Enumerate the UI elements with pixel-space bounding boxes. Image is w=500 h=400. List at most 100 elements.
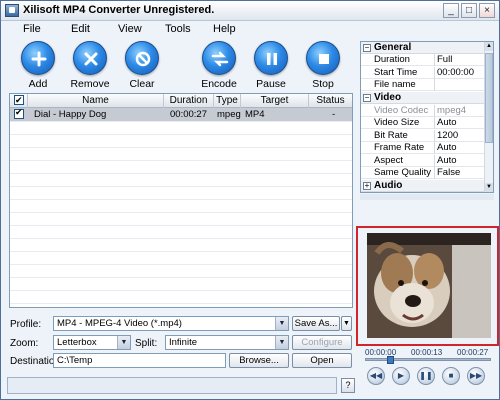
list-gridline <box>10 277 352 278</box>
prop-row-aspect[interactable]: Aspect Auto <box>361 154 485 167</box>
forward-button[interactable]: ▶▶ <box>467 367 485 385</box>
prop-row-start-time[interactable]: Start Time 00:00:00 <box>361 66 485 79</box>
pause-playback-button[interactable]: ❚❚ <box>417 367 435 385</box>
col-target[interactable]: Target <box>241 94 309 108</box>
browse-button[interactable]: Browse... <box>229 353 289 368</box>
add-button[interactable]: Add <box>15 41 61 90</box>
properties-panel[interactable]: − General Duration Full Start Time 00:00… <box>360 41 494 193</box>
list-gridline <box>10 212 352 213</box>
select-all-checkbox[interactable] <box>14 93 24 107</box>
prop-row-video-size[interactable]: Video Size Auto <box>361 117 485 130</box>
rewind-button[interactable]: ◀◀ <box>367 367 385 385</box>
prop-key: Start Time <box>374 66 418 78</box>
collapse-icon[interactable]: − <box>363 94 371 102</box>
prop-section-general[interactable]: − General <box>361 42 485 54</box>
panel-splitter[interactable] <box>360 194 494 200</box>
select-all-cell[interactable] <box>10 93 28 108</box>
minimize-button[interactable]: _ <box>443 3 459 18</box>
prop-key: Video Size <box>374 117 420 128</box>
prop-divider <box>434 167 435 179</box>
list-gridline <box>10 225 352 226</box>
col-status[interactable]: Status <box>309 94 352 108</box>
stop-playback-button[interactable]: ■ <box>442 367 460 385</box>
remove-label: Remove <box>70 78 110 90</box>
title-bar[interactable]: Xilisoft MP4 Converter Unregistered. _ □… <box>1 1 499 21</box>
chevron-down-icon: ▼ <box>275 336 288 349</box>
split-select[interactable]: Infinite ▼ <box>165 335 289 350</box>
list-gridline <box>10 199 352 200</box>
row-name: Dial - Happy Dog <box>34 109 107 120</box>
prop-row-video-codec[interactable]: Video Codec mpeg4 <box>361 104 485 117</box>
prop-value: 00:00:00 <box>437 66 474 78</box>
row-target: MP4 <box>245 109 265 120</box>
clear-button[interactable]: Clear <box>119 41 165 90</box>
list-gridline <box>10 147 352 148</box>
status-bar <box>7 377 337 394</box>
prop-divider <box>434 129 435 142</box>
prop-divider <box>434 79 435 91</box>
col-name[interactable]: Name <box>28 94 164 108</box>
encode-button[interactable]: Encode <box>196 41 242 90</box>
prop-row-frame-rate[interactable]: Frame Rate Auto <box>361 142 485 155</box>
properties-scrollbar[interactable]: ▲ ▼ <box>484 42 493 192</box>
file-list[interactable]: Name Duration Type Target Status Dial - … <box>9 93 353 308</box>
close-button[interactable]: × <box>479 3 495 18</box>
prop-section-audio[interactable]: + Audio <box>361 179 485 192</box>
dog-video-frame <box>367 233 491 338</box>
prop-key: Video Codec <box>374 104 429 116</box>
menu-help[interactable]: Help <box>213 23 236 35</box>
save-as-dropdown-icon[interactable]: ▼ <box>341 316 352 331</box>
destination-value: C:\Temp <box>57 355 93 366</box>
configure-button[interactable]: Configure <box>292 335 352 350</box>
prop-section-video[interactable]: − Video <box>361 92 485 104</box>
col-duration[interactable]: Duration <box>164 94 214 108</box>
menu-edit[interactable]: Edit <box>71 23 90 35</box>
chevron-down-icon: ▼ <box>117 336 130 349</box>
table-row[interactable]: Dial - Happy Dog 00:00:27 mpeg MP4 - <box>10 107 352 121</box>
prop-row-file-name[interactable]: File name <box>361 79 485 92</box>
preview-frame <box>356 226 499 346</box>
seek-track[interactable] <box>365 358 491 361</box>
open-button[interactable]: Open <box>292 353 352 368</box>
row-checkbox[interactable] <box>14 107 24 119</box>
remove-button[interactable]: Remove <box>67 41 113 90</box>
prop-value: Auto <box>437 117 457 128</box>
seek-bar[interactable]: 00:00:00 00:00:13 00:00:27 <box>361 348 495 365</box>
prop-key: Aspect <box>374 154 404 166</box>
menu-tools[interactable]: Tools <box>165 23 191 35</box>
collapse-icon[interactable]: − <box>363 44 371 52</box>
profile-value: MP4 - MPEG-4 Video (*.mp4) <box>57 318 182 329</box>
pause-button[interactable]: Pause <box>248 41 294 90</box>
menu-file[interactable]: File <box>23 23 41 35</box>
maximize-button[interactable]: □ <box>461 3 477 18</box>
prop-value: Full <box>437 54 453 65</box>
scroll-down-icon[interactable]: ▼ <box>485 183 493 192</box>
prop-key: File name <box>374 79 416 90</box>
prop-row-same-quality[interactable]: Same Quality False <box>361 167 485 180</box>
play-button[interactable]: ▶ <box>392 367 410 385</box>
col-type[interactable]: Type <box>214 94 241 108</box>
scroll-thumb[interactable] <box>485 53 493 143</box>
add-label: Add <box>28 78 48 90</box>
seek-thumb[interactable] <box>386 356 394 364</box>
toolbar: Add Remove Clear Encode Pause Stop <box>1 39 359 91</box>
clear-icon <box>125 41 159 75</box>
prop-section-title: General <box>374 42 412 53</box>
prop-row-duration[interactable]: Duration Full <box>361 54 485 67</box>
menu-view[interactable]: View <box>118 23 142 35</box>
prop-key: Duration <box>374 54 410 65</box>
list-gridline <box>10 251 352 252</box>
time-mid: 00:00:13 <box>411 348 443 357</box>
destination-field[interactable]: C:\Temp <box>53 353 226 368</box>
expand-icon[interactable]: + <box>363 181 371 190</box>
profile-select[interactable]: MP4 - MPEG-4 Video (*.mp4) ▼ <box>53 316 289 331</box>
save-as-button[interactable]: Save As... <box>292 316 340 331</box>
list-gridline <box>10 160 352 161</box>
zoom-select[interactable]: Letterbox ▼ <box>53 335 131 350</box>
menu-bar: File Edit View Tools Help <box>1 21 499 39</box>
prop-row-bit-rate[interactable]: Bit Rate 1200 <box>361 129 485 142</box>
help-button[interactable]: ? <box>341 378 355 393</box>
list-gridline <box>10 134 352 135</box>
stop-button[interactable]: Stop <box>300 41 346 90</box>
scroll-up-icon[interactable]: ▲ <box>485 42 493 51</box>
